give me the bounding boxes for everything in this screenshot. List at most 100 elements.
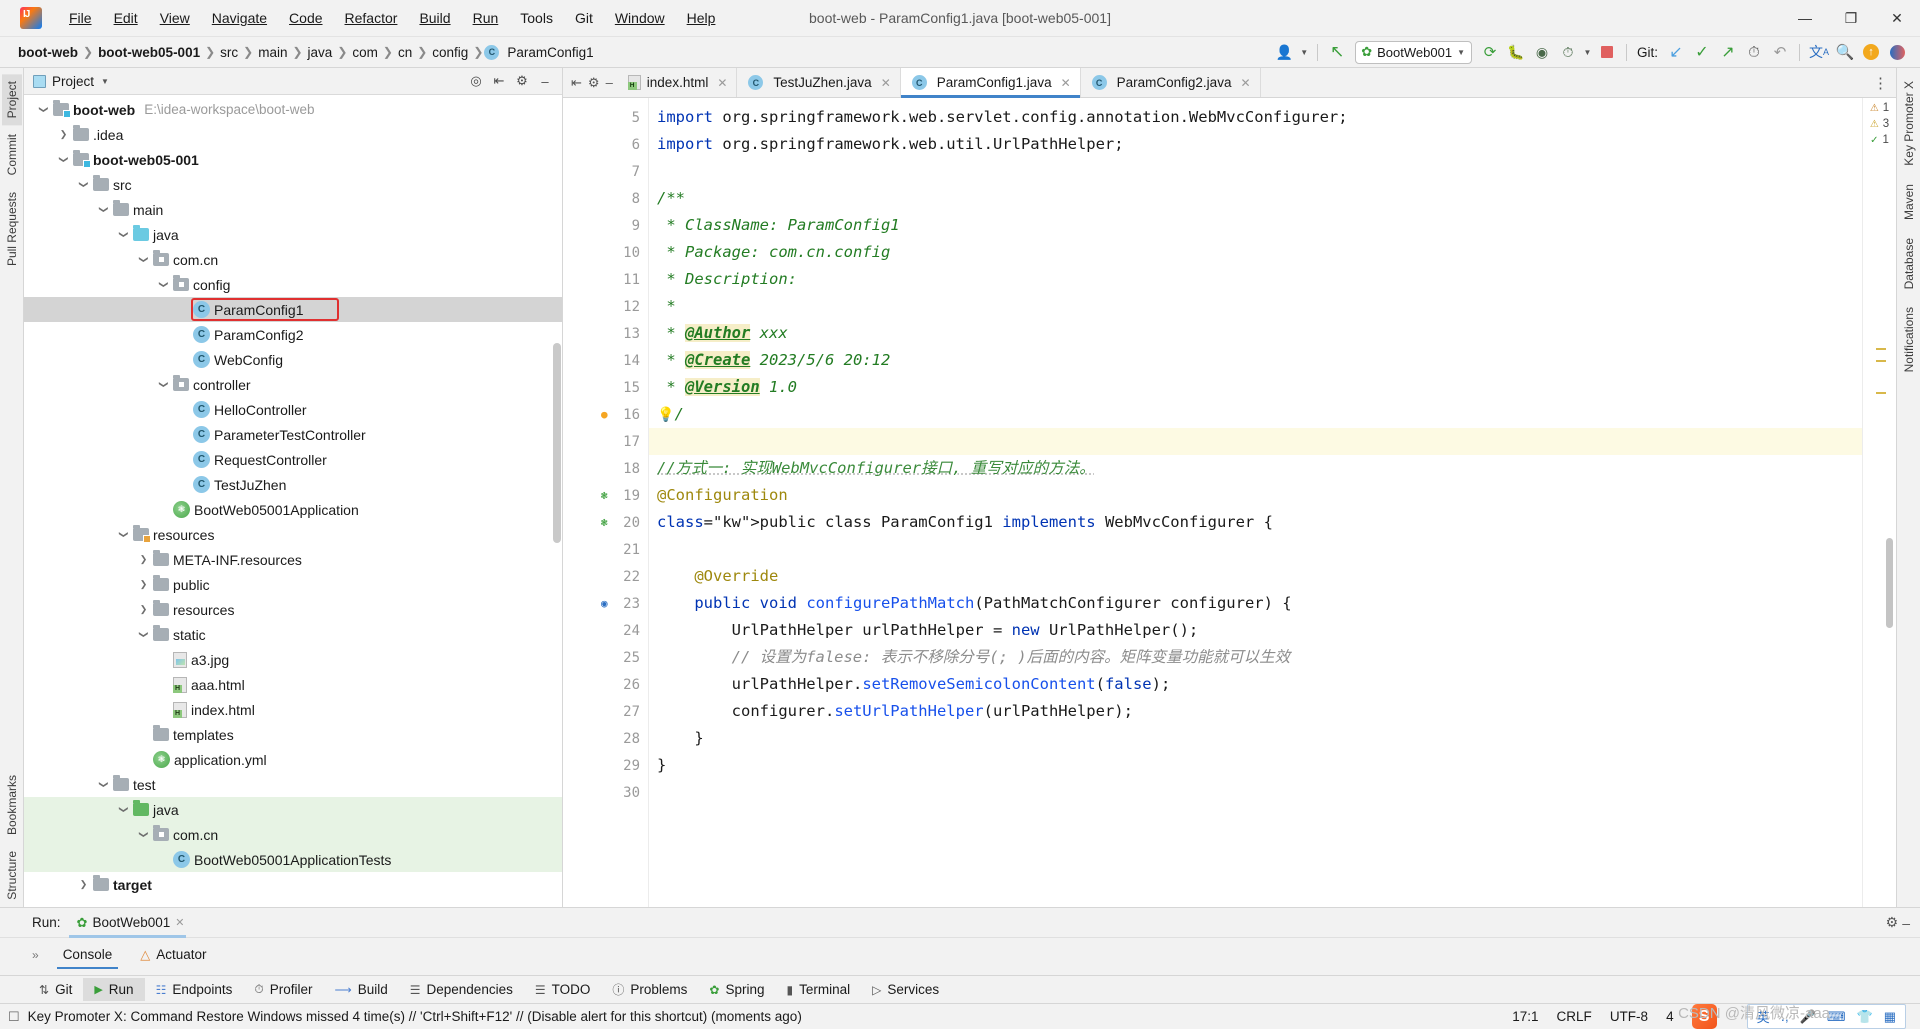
gutter-line-25[interactable]: 25 xyxy=(563,644,648,671)
tool-button-terminal[interactable]: ▮ Terminal xyxy=(776,978,862,1001)
gutter-line-23[interactable]: ◉23□ xyxy=(563,590,657,617)
sidebar-item-commit[interactable]: Commit xyxy=(2,127,22,182)
sidebar-item-project[interactable]: Project xyxy=(1,74,22,126)
history-icon[interactable]: ⏱ xyxy=(1741,40,1767,65)
chevron-down-icon[interactable]: ❯ xyxy=(98,200,109,219)
chevron-down-icon[interactable]: ❯ xyxy=(138,625,149,644)
tool-button-services[interactable]: ▷ Services xyxy=(861,978,950,1001)
breadcrumb-item-cn[interactable]: cn xyxy=(394,44,416,61)
chevron-right-icon[interactable]: ❯ xyxy=(54,129,73,140)
code-line-11[interactable]: * Description: xyxy=(649,266,1862,293)
sidebar-item-pull-requests[interactable]: Pull Requests xyxy=(2,185,22,273)
menu-window[interactable]: Window xyxy=(604,6,676,30)
back-arrow-icon[interactable]: ↖ xyxy=(1324,40,1350,65)
menu-navigate[interactable]: Navigate xyxy=(201,6,278,30)
intention-bulb-icon[interactable]: 💡 xyxy=(657,407,674,423)
gutter-line-28[interactable]: 28□ xyxy=(563,725,657,752)
run-icon[interactable]: ⟳ xyxy=(1477,40,1503,65)
tree-node-aaa-html[interactable]: Haaa.html xyxy=(24,672,562,697)
code-line-13[interactable]: * @Author xxx xyxy=(649,320,1862,347)
rollback-icon[interactable]: ↶ xyxy=(1767,40,1793,65)
tree-node-paramconfig1[interactable]: C ParamConfig1 xyxy=(24,297,562,322)
code-editor[interactable]: 56□78□9101112131415●16□1718❃19❃202122◉23… xyxy=(563,98,1896,907)
tree-node--idea[interactable]: ❯ .idea xyxy=(24,122,562,147)
inspection-stripe[interactable] xyxy=(1876,392,1886,394)
settings-icon[interactable]: ⚙ xyxy=(588,75,600,91)
close-icon[interactable]: ✕ xyxy=(175,916,184,929)
menu-run[interactable]: Run xyxy=(462,6,510,30)
push-icon[interactable]: ↗ xyxy=(1715,40,1741,65)
menu-tools[interactable]: Tools xyxy=(509,6,564,30)
chevron-down-icon[interactable]: ❯ xyxy=(38,100,49,119)
tree-node-boot-web[interactable]: ❯ boot-web E:\idea-workspace\boot-web xyxy=(24,97,562,122)
tree-node-src[interactable]: ❯ src xyxy=(24,172,562,197)
chevron-down-icon[interactable]: ❯ xyxy=(158,375,169,394)
breadcrumb-item-boot-web05-001[interactable]: boot-web05-001 xyxy=(94,44,204,61)
collapse-all-icon[interactable]: ⇤ xyxy=(488,70,510,92)
tree-node-webconfig[interactable]: C WebConfig xyxy=(24,347,562,372)
voice-icon[interactable]: 🎤 xyxy=(1800,1009,1816,1025)
gutter-line-15[interactable]: 15 xyxy=(563,374,648,401)
tool-button-endpoints[interactable]: ☷ Endpoints xyxy=(145,978,244,1001)
gutter-line-21[interactable]: 21 xyxy=(563,536,648,563)
tree-node-bootweb05001applicationtests[interactable]: C BootWeb05001ApplicationTests xyxy=(24,847,562,872)
menu-build[interactable]: Build xyxy=(408,6,461,30)
gutter-line-17[interactable]: 17 xyxy=(563,428,648,455)
editor-gutter[interactable]: 56□78□9101112131415●16□1718❃19❃202122◉23… xyxy=(563,98,657,907)
override-method-icon[interactable]: ◉ xyxy=(601,597,608,610)
chevron-down-icon[interactable]: ❯ xyxy=(98,775,109,794)
tree-node-bootweb05001application[interactable]: ❃ BootWeb05001Application xyxy=(24,497,562,522)
gutter-line-19[interactable]: ❃ 19 xyxy=(563,482,648,509)
event-log-icon[interactable]: ☐ xyxy=(8,1009,20,1025)
hide-icon[interactable]: – xyxy=(1902,915,1910,931)
sidebar-item-bookmarks[interactable]: Bookmarks xyxy=(2,768,22,842)
intention-bulb-icon[interactable]: ● xyxy=(601,408,608,421)
tab-paramconfig2-java[interactable]: C ParamConfig2.java ✕ xyxy=(1080,68,1261,97)
tree-node-static[interactable]: ❯ static xyxy=(24,622,562,647)
menu-file[interactable]: File xyxy=(58,6,103,30)
chevron-down-icon[interactable]: ▼ xyxy=(1297,40,1311,65)
caret-position[interactable]: 17:1 xyxy=(1512,1009,1538,1024)
tool-button-git[interactable]: ⇅ Git xyxy=(28,978,83,1001)
translate-icon[interactable]: 文A xyxy=(1806,40,1832,65)
skin-icon[interactable]: 👕 xyxy=(1857,1009,1873,1025)
line-separator[interactable]: CRLF xyxy=(1557,1009,1592,1024)
ime-mode[interactable]: 英 xyxy=(1757,1007,1770,1026)
tree-node-parametertestcontroller[interactable]: C ParameterTestController xyxy=(24,422,562,447)
code-line-29[interactable]: } xyxy=(649,752,1862,779)
menu-view[interactable]: View xyxy=(149,6,201,30)
tool-button-profiler[interactable]: ⏱ Profiler xyxy=(243,978,323,1001)
tree-node-meta-inf-resources[interactable]: ❯ META-INF.resources xyxy=(24,547,562,572)
tree-node-a3-jpg[interactable]: a3.jpg xyxy=(24,647,562,672)
breadcrumb-item-config[interactable]: config xyxy=(428,44,472,61)
editor-scrollbar[interactable] xyxy=(1886,538,1893,628)
gutter-line-27[interactable]: 27 xyxy=(563,698,648,725)
gutter-line-10[interactable]: 10 xyxy=(563,239,648,266)
menu-code[interactable]: Code xyxy=(278,6,333,30)
tree-node-public[interactable]: ❯ public xyxy=(24,572,562,597)
code-line-22[interactable]: @Override xyxy=(649,563,1862,590)
gutter-line-9[interactable]: 9 xyxy=(563,212,648,239)
breadcrumb-item-boot-web[interactable]: boot-web xyxy=(14,44,82,61)
menu-help[interactable]: Help xyxy=(676,6,727,30)
code-line-21[interactable] xyxy=(649,536,1862,563)
code-line-28[interactable]: } xyxy=(649,725,1862,752)
tree-node-config[interactable]: ❯ config xyxy=(24,272,562,297)
tree-node-application-yml[interactable]: ❃ application.yml xyxy=(24,747,562,772)
close-button[interactable]: ✕ xyxy=(1874,0,1920,37)
more-tabs-icon[interactable]: ⋮ xyxy=(1873,74,1888,92)
tree-node-index-html[interactable]: Hindex.html xyxy=(24,697,562,722)
search-everywhere-icon[interactable]: 🔍 xyxy=(1832,40,1858,65)
tool-button-build[interactable]: ⟶ Build xyxy=(324,978,399,1001)
maximize-button[interactable]: ❐ xyxy=(1828,0,1874,37)
code-line-8[interactable]: /** xyxy=(649,185,1862,212)
run-configuration-selector[interactable]: ✿ BootWeb001 ▼ xyxy=(1355,40,1472,64)
gutter-line-24[interactable]: 24 xyxy=(563,617,648,644)
sidebar-item-maven[interactable]: Maven xyxy=(1899,177,1919,227)
code-line-14[interactable]: * @Create 2023/5/6 20:12 xyxy=(649,347,1862,374)
updates-available-icon[interactable]: ↑ xyxy=(1858,40,1884,65)
tool-button-spring[interactable]: ✿ Spring xyxy=(698,978,775,1001)
keyboard-icon[interactable]: ⌨ xyxy=(1827,1009,1846,1025)
tab-index-html[interactable]: H index.html ✕ xyxy=(616,68,738,97)
chevron-down-icon[interactable]: ▼ xyxy=(101,77,109,86)
